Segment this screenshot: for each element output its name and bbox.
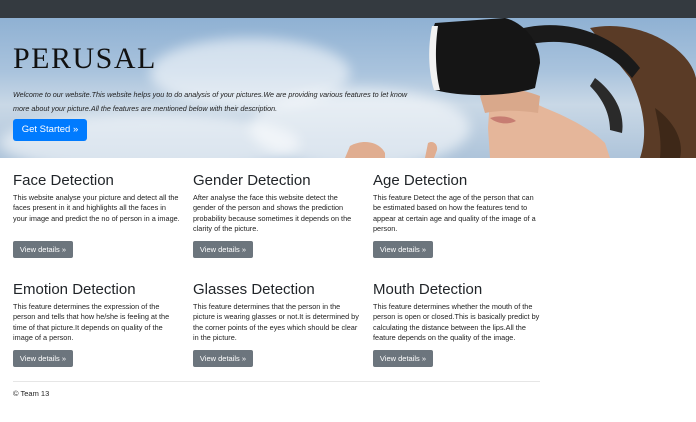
feature-age-detection: Age Detection This feature Detect the ag… [373,172,541,235]
feature-description: This feature determines the expression o… [13,302,170,343]
feature-description: This feature determines that the person … [193,302,359,343]
feature-title: Gender Detection [193,172,311,189]
feature-title: Face Detection [13,172,114,189]
feature-title: Glasses Detection [193,281,315,298]
feature-description: This website analyse your picture and de… [13,193,180,223]
feature-description: After analyse the face this website dete… [193,193,352,234]
feature-glasses-detection: Glasses Detection This feature determine… [193,281,361,344]
view-details-button-emotion[interactable]: View details » [13,350,73,367]
feature-description: This feature determines whether the mout… [373,302,540,343]
hero-description: Welcome to our website.This website help… [13,90,408,113]
view-details-button-glasses[interactable]: View details » [193,350,253,367]
feature-mouth-detection: Mouth Detection This feature determines … [373,281,541,344]
view-details-button-face[interactable]: View details » [13,241,73,258]
view-details-button-age[interactable]: View details » [373,241,433,258]
feature-title: Mouth Detection [373,281,483,298]
view-details-button-mouth[interactable]: View details » [373,350,433,367]
feature-title: Emotion Detection [13,281,136,298]
top-navbar [0,0,696,18]
hero-jumbotron: PERUSAL Welcome to our website.This webs… [0,18,696,158]
view-details-button-gender[interactable]: View details » [193,241,253,258]
feature-emotion-detection: Emotion Detection This feature determine… [13,281,181,344]
feature-gender-detection: Gender Detection After analyse the face … [193,172,361,235]
feature-description: This feature Detect the age of the perso… [373,193,536,234]
hero-title: PERUSAL [13,42,157,75]
footer-copyright: © Team 13 [13,389,50,398]
feature-face-detection: Face Detection This website analyse your… [13,172,181,224]
feature-title: Age Detection [373,172,468,189]
footer-divider [13,381,540,382]
get-started-button[interactable]: Get Started » [13,119,87,141]
